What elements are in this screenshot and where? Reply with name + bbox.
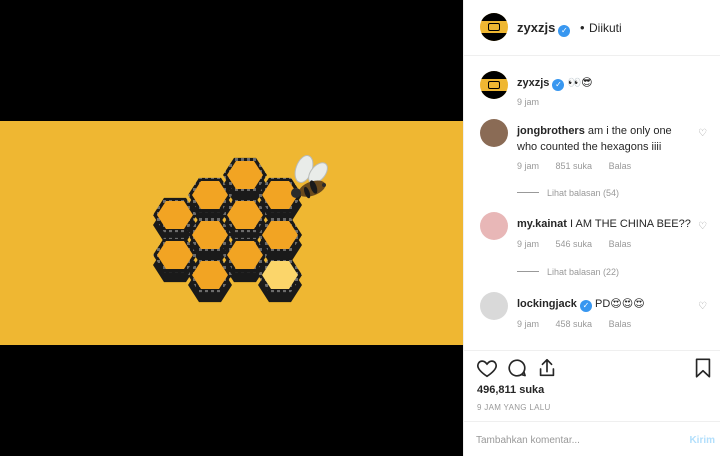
comment-like-heart-icon[interactable]: ♡ [698, 222, 708, 232]
comment-text: I AM THE CHINA BEE?? [570, 218, 691, 230]
comment-text-block: jongbrothers am i the only one who count… [517, 123, 677, 155]
share-icon[interactable] [536, 357, 558, 379]
like-count[interactable]: 496,811 suka [477, 384, 544, 396]
caption-text: 👀😎 [567, 77, 593, 89]
comment-username[interactable]: jongbrothers [517, 125, 585, 137]
post-header: zyxzjs ✓ • Diikuti [464, 0, 720, 56]
commenter-avatar[interactable] [480, 212, 508, 240]
caption-username[interactable]: zyxzjs [517, 77, 549, 89]
view-replies-button[interactable]: Lihat balasan (54) [517, 188, 619, 198]
comment-like-heart-icon[interactable]: ♡ [698, 129, 708, 139]
comment-item: my.kainat I AM THE CHINA BEE?? ♡ 9 jam 5… [480, 212, 710, 287]
reply-button[interactable]: Balas [609, 319, 632, 329]
comment-text: PD😍😍😍 [594, 298, 645, 310]
comment-like-heart-icon[interactable]: ♡ [698, 302, 708, 312]
comment-text-block: lockingjack ✓ PD😍😍😍 [517, 296, 692, 312]
commenter-avatar[interactable] [480, 119, 508, 147]
comment-input[interactable] [476, 431, 666, 449]
comment-time[interactable]: 9 jam [517, 239, 539, 249]
comment-text-block: my.kainat I AM THE CHINA BEE?? [517, 216, 692, 232]
comment-likes[interactable]: 546 suka [556, 239, 593, 249]
honeycomb-illustration [153, 155, 328, 303]
comments-panel: zyxzjs ✓ • Diikuti zyxzjs ✓ 👀😎 9 jam jongb… [463, 0, 720, 456]
bee-illustration [291, 155, 328, 199]
post-comment-button[interactable]: Kirim [689, 435, 715, 446]
post-timestamp[interactable]: 9 JAM YANG LALU [477, 403, 551, 412]
comment-meta: 9 jam 546 suka Balas [517, 239, 645, 249]
caption-item: zyxzjs ✓ 👀😎 9 jam [480, 71, 710, 111]
comment-likes[interactable]: 851 suka [556, 161, 593, 171]
caption-time[interactable]: 9 jam [517, 97, 539, 107]
post-image[interactable] [0, 0, 463, 456]
comment-meta: 9 jam 851 suka Balas [517, 161, 645, 171]
follow-status-button[interactable]: Diikuti [589, 21, 622, 35]
comment-item: jongbrothers am i the only one who count… [480, 119, 710, 199]
comment-username[interactable]: my.kainat [517, 218, 567, 230]
caption-text-block: zyxzjs ✓ 👀😎 [517, 75, 677, 91]
reply-button[interactable]: Balas [609, 161, 632, 171]
view-replies-text[interactable]: Lihat balasan (54) [547, 188, 619, 198]
author-avatar[interactable] [480, 13, 508, 41]
verified-badge-icon: ✓ [552, 79, 565, 91]
view-replies-text[interactable]: Lihat balasan (22) [547, 267, 619, 277]
verified-badge-icon: ✓ [558, 25, 571, 37]
comment-bubble-icon[interactable] [506, 357, 528, 379]
comment-likes[interactable]: 458 suka [556, 319, 593, 329]
comment-username[interactable]: lockingjack [517, 298, 577, 310]
view-replies-button[interactable]: Lihat balasan (22) [517, 267, 619, 277]
comment-meta: 9 jam 458 suka Balas [517, 319, 645, 329]
action-bar [464, 350, 720, 380]
caption-meta: 9 jam [517, 97, 553, 107]
comment-time[interactable]: 9 jam [517, 161, 539, 171]
bookmark-icon[interactable] [692, 357, 714, 379]
heart-icon[interactable] [476, 357, 498, 379]
verified-badge-icon: ✓ [579, 300, 592, 312]
comment-time[interactable]: 9 jam [517, 319, 539, 329]
add-comment-bar: Kirim [464, 421, 720, 456]
comment-list[interactable]: zyxzjs ✓ 👀😎 9 jam jongbrothers am i the o… [464, 57, 720, 350]
author-username-text[interactable]: zyxzjs [517, 20, 555, 35]
commenter-avatar[interactable] [480, 292, 508, 320]
reply-button[interactable]: Balas [609, 239, 632, 249]
author-username[interactable]: zyxzjs ✓ [517, 20, 571, 37]
author-avatar-small[interactable] [480, 71, 508, 99]
separator-dot: • [580, 20, 585, 35]
comment-item: lockingjack ✓ PD😍😍😍 ♡ 9 jam 458 suka Bala… [480, 292, 710, 342]
